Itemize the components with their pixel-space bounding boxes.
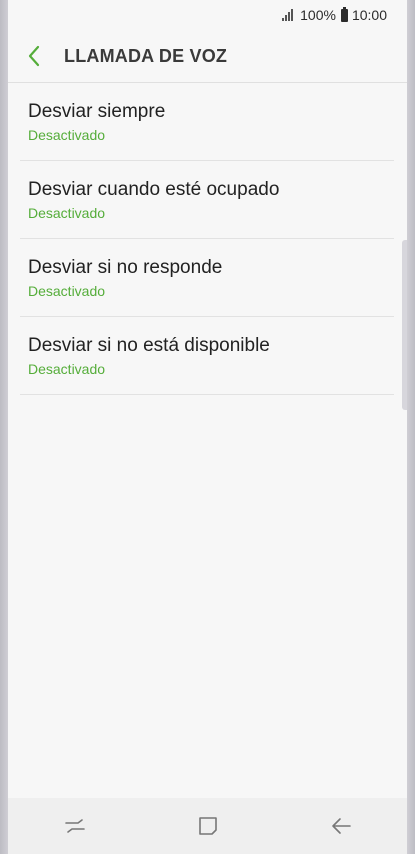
list-item-busy[interactable]: Desviar cuando esté ocupado Desactivado — [20, 161, 394, 239]
item-status: Desactivado — [28, 361, 106, 377]
battery-icon — [340, 6, 348, 22]
app-header: LLAMADA DE VOZ — [8, 30, 407, 83]
back-nav-button[interactable] — [311, 806, 371, 846]
recent-apps-button[interactable] — [45, 806, 105, 846]
item-title: Desviar si no está disponible — [28, 335, 270, 356]
list-item-no-answer[interactable]: Desviar si no responde Desactivado — [20, 239, 394, 317]
edge-panel-handle[interactable] — [402, 240, 407, 410]
signal-icon — [282, 9, 296, 21]
item-status: Desactivado — [28, 205, 106, 221]
status-bar: 100% 10:00 — [8, 0, 407, 30]
list-item-unreachable[interactable]: Desviar si no está disponible Desactivad… — [20, 317, 394, 395]
item-status: Desactivado — [28, 127, 106, 143]
chevron-left-icon — [28, 45, 40, 67]
forwarding-options-list: Desviar siempre Desactivado Desviar cuan… — [20, 83, 394, 395]
item-status: Desactivado — [28, 283, 106, 299]
status-indicators: 100% 10:00 — [282, 6, 387, 24]
back-button[interactable] — [18, 40, 50, 72]
home-icon — [198, 817, 217, 835]
home-button[interactable] — [178, 806, 238, 846]
list-item-always[interactable]: Desviar siempre Desactivado — [20, 83, 394, 161]
clock: 10:00 — [351, 7, 387, 23]
recent-apps-icon — [64, 819, 85, 833]
item-title: Desviar cuando esté ocupado — [28, 179, 280, 200]
back-icon — [331, 818, 351, 834]
navigation-bar — [8, 798, 407, 854]
item-title: Desviar si no responde — [28, 257, 223, 278]
screen: 100% 10:00 LLAMADA DE VOZ Desviar siempr… — [8, 0, 407, 854]
battery-percent: 100% — [300, 7, 336, 23]
device-frame: 100% 10:00 LLAMADA DE VOZ Desviar siempr… — [0, 0, 415, 854]
page-title: LLAMADA DE VOZ — [64, 46, 228, 66]
item-title: Desviar siempre — [28, 101, 166, 122]
